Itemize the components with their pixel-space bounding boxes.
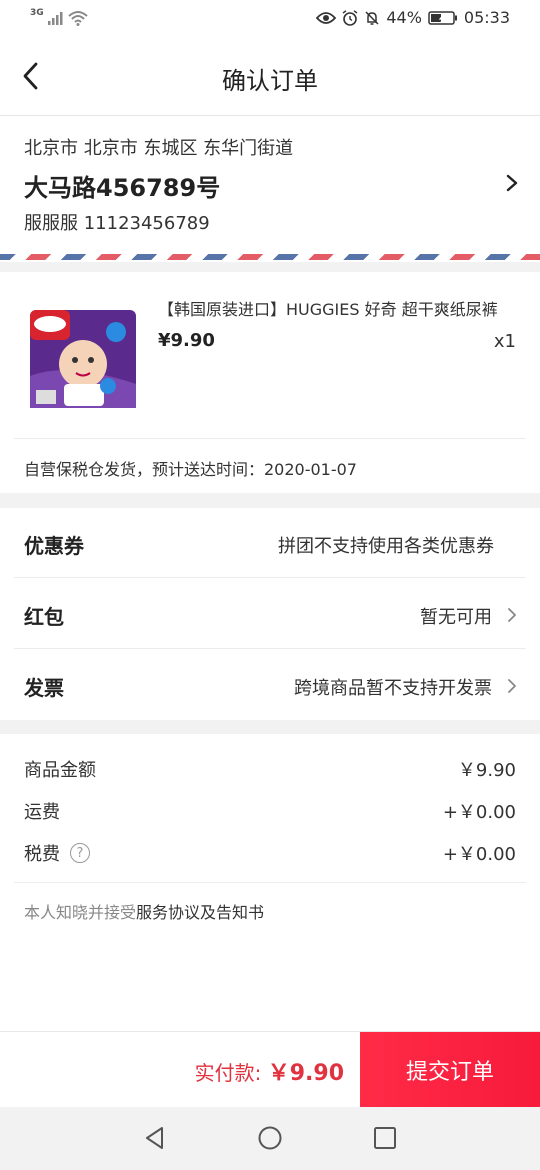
address-contact: 服服服 11123456789 — [24, 213, 210, 234]
shipping-row: 运费 +￥0.00 — [0, 794, 540, 824]
agreement-prefix: 本人知晓并接受 — [24, 903, 137, 922]
pay-amount: ￥9.90 — [267, 1061, 344, 1086]
nav-recent-icon[interactable] — [372, 1125, 398, 1151]
agreement: 本人知晓并接受服务协议及告知书 — [24, 899, 264, 923]
battery-icon — [428, 10, 457, 25]
nav-back-icon[interactable] — [142, 1125, 168, 1151]
wifi-icon — [67, 11, 88, 26]
divider — [14, 577, 526, 578]
red-packet-row[interactable]: 红包 暂无可用 — [0, 579, 540, 649]
agreement-link[interactable]: 服务协议及告知书 — [136, 903, 264, 922]
address-card[interactable]: 北京市 北京市 东城区 东华门街道 大马路456789号 服服服 1112345… — [0, 116, 540, 262]
submit-order-button[interactable]: 提交订单 — [360, 1032, 540, 1108]
invoice-row[interactable]: 发票 跨境商品暂不支持开发票 — [0, 650, 540, 720]
product-name[interactable]: 【韩国原装进口】HUGGIES 好奇 超干爽纸尿裤 — [158, 296, 518, 320]
tax-row: 税费 ? +￥0.00 — [0, 836, 540, 866]
coupon-label: 优惠券 — [24, 534, 84, 558]
nav-bar: 确认订单 — [0, 38, 540, 116]
red-packet-value: 暂无可用 — [420, 607, 492, 628]
delivery-info: 自营保税仓发货，预计送达时间：2020-01-07 — [24, 460, 357, 479]
product-price: ¥9.90 — [158, 330, 215, 351]
invoice-label: 发票 — [24, 676, 64, 700]
help-icon[interactable]: ? — [70, 843, 90, 863]
chevron-right-icon — [508, 608, 516, 622]
pay-label: 实付款: — [194, 1061, 262, 1085]
order-options: 优惠券 拼团不支持使用各类优惠券 红包 暂无可用 发票 跨境商品暂不支持开发票 — [0, 508, 540, 720]
chevron-right-icon — [506, 174, 518, 192]
divider — [14, 438, 526, 439]
chevron-right-icon — [508, 679, 516, 693]
alarm-icon — [342, 9, 358, 26]
status-left: 3G — [30, 8, 88, 26]
airmail-border — [0, 254, 540, 260]
shipping-value: +￥0.00 — [442, 802, 516, 823]
tax-value: +￥0.00 — [442, 844, 516, 865]
address-region: 北京市 北京市 东城区 东华门街道 — [24, 138, 294, 159]
product-quantity: x1 — [493, 331, 516, 352]
shipping-label: 运费 — [24, 802, 60, 823]
page-title: 确认订单 — [222, 67, 318, 95]
product-card: 【韩国原装进口】HUGGIES 好奇 超干爽纸尿裤 ¥9.90 x1 自营保税仓… — [0, 272, 540, 493]
battery-percent: 44% — [386, 8, 422, 27]
nav-home-icon[interactable] — [257, 1125, 283, 1151]
goods-amount-value: ￥9.90 — [457, 760, 516, 781]
coupon-value: 拼团不支持使用各类优惠券 — [278, 536, 494, 557]
tax-label-group: 税费 ? — [24, 840, 90, 866]
status-bar: 3G 44% 05:33 — [0, 0, 540, 38]
system-nav-bar — [0, 1107, 540, 1170]
eye-icon — [316, 11, 337, 24]
divider — [14, 648, 526, 649]
status-right: 44% 05:33 — [316, 8, 510, 27]
invoice-value: 跨境商品暂不支持开发票 — [294, 678, 492, 699]
network-type: 3G — [30, 8, 44, 18]
price-summary: 商品金额 ￥9.90 运费 +￥0.00 税费 ? +￥0.00 本人知晓并接受… — [0, 734, 540, 1031]
tax-label: 税费 — [24, 844, 60, 865]
signal-icon — [47, 12, 63, 25]
pay-total: 实付款: ￥9.90 — [195, 1055, 344, 1087]
product-image — [30, 310, 136, 408]
coupon-row: 优惠券 拼团不支持使用各类优惠券 — [0, 508, 540, 578]
red-packet-label: 红包 — [24, 605, 64, 629]
checkout-bar: 实付款: ￥9.90 提交订单 — [0, 1031, 540, 1108]
goods-amount-label: 商品金额 — [24, 760, 96, 781]
mute-icon — [365, 10, 379, 25]
address-street: 大马路456789号 — [24, 174, 221, 202]
clock: 05:33 — [463, 8, 510, 27]
divider — [14, 882, 526, 883]
goods-amount-row: 商品金额 ￥9.90 — [0, 752, 540, 782]
